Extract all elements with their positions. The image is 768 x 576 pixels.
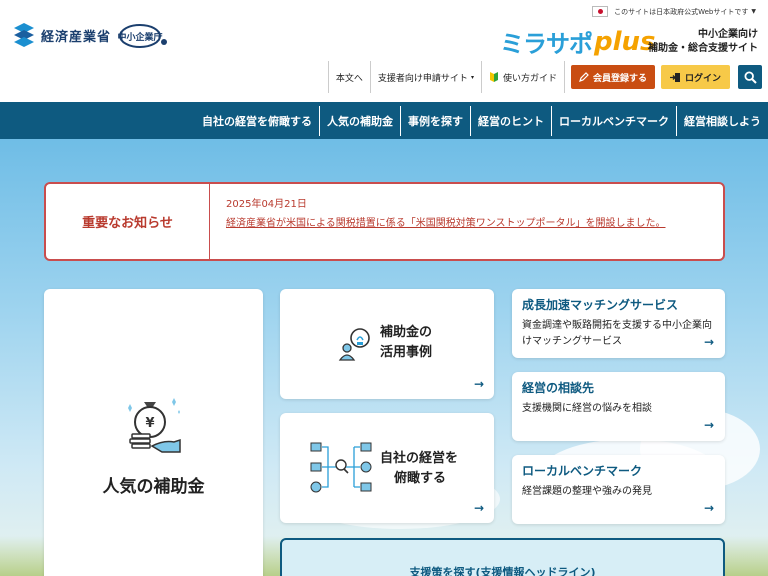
benchmark-desc: 経営課題の整理や強みの発見	[522, 486, 652, 497]
notice-link[interactable]: 経済産業省が米国による関税措置に係る「米国関税対策ワンストップポータル」を開設し…	[226, 215, 696, 232]
gov-notice[interactable]: このサイトは日本政府公式Webサイトです ▼	[592, 6, 756, 17]
meti-logo-text: 経済産業省	[41, 29, 112, 45]
overview-title: 自社の経営を 俯瞰する	[380, 449, 458, 489]
search-button[interactable]	[738, 65, 762, 89]
overview-line2: 俯瞰する	[394, 471, 447, 486]
register-button[interactable]: 会員登録する	[570, 65, 655, 89]
arrow-right-icon: →	[704, 501, 715, 515]
person-idea-icon	[338, 328, 370, 361]
caret-down-icon: ▼	[751, 8, 756, 15]
consultation-card[interactable]: 経営の相談先 支援機関に経営の悩みを相談 →	[512, 372, 725, 441]
sme-agency-logo-icon[interactable]: 中小企業庁	[118, 22, 170, 50]
gnav-overview[interactable]: 自社の経営を俯瞰する	[195, 106, 319, 136]
caret-down-icon: ▾	[470, 73, 474, 81]
arrow-right-icon: →	[704, 418, 715, 432]
money-bag-hand-icon: ¥	[128, 398, 181, 453]
consult-title: 経営の相談先	[522, 381, 595, 395]
notice-body: 2025年04月21日 経済産業省が米国による関税措置に係る「米国関税対策ワンス…	[210, 184, 712, 259]
guide-label: 使い方ガイド	[502, 73, 557, 84]
tagline-line1: 中小企業向け	[698, 29, 758, 40]
login-button[interactable]: ログイン	[660, 65, 730, 89]
gnav-cases[interactable]: 事例を探す	[400, 105, 470, 136]
support-headline-box[interactable]: 支援策を探す(支援情報ヘッドライン)	[280, 538, 725, 576]
overview-line1: 自社の経営を	[380, 451, 459, 466]
subsidy-cases-line2: 活用事例	[380, 345, 433, 360]
supporter-site-link[interactable]: 支援者向け申請サイト ▾	[369, 61, 481, 93]
overview-card[interactable]: 自社の経営を 俯瞰する →	[280, 413, 494, 523]
guide-link[interactable]: 使い方ガイド	[480, 61, 565, 93]
overview-network-icon	[310, 442, 372, 493]
popular-subsidy-card[interactable]: ¥ 人気の補助金	[44, 289, 263, 576]
notice-date: 2025年04月21日	[226, 199, 307, 210]
pencil-icon	[579, 72, 589, 82]
gnav-consult[interactable]: 経営相談しよう	[676, 105, 768, 136]
search-icon	[743, 70, 757, 84]
popular-subsidy-title: 人気の補助金	[102, 477, 205, 497]
matching-desc: 資金調達や販路開拓を支援する中小企業向けマッチングサービス	[522, 320, 712, 347]
sme-logo-text: 中小企業庁	[118, 31, 163, 43]
skip-to-main-link[interactable]: 本文へ	[327, 61, 370, 93]
brand-logo[interactable]: ミラサポ plus	[500, 24, 656, 59]
supporter-site-label: 支援者向け申請サイト	[377, 73, 468, 84]
brand-plus-text: plus	[594, 26, 656, 57]
global-nav: 自社の経営を俯瞰する 人気の補助金 事例を探す 経営のヒント ローカルベンチマー…	[0, 102, 768, 139]
site-tagline: 中小企業向け 補助金・総合支援サイト	[648, 28, 758, 56]
subsidy-cases-title: 補助金の 活用事例	[380, 323, 432, 363]
support-headline-title[interactable]: 支援策を探す(支援情報ヘッドライン)	[282, 564, 723, 576]
japan-flag-icon	[592, 6, 609, 17]
notice-heading: 重要なお知らせ	[46, 184, 210, 259]
benchmark-title: ローカルベンチマーク	[522, 464, 643, 478]
arrow-right-icon: →	[474, 501, 485, 515]
gnav-hints[interactable]: 経営のヒント	[470, 105, 551, 136]
gov-notice-text: このサイトは日本政府公式Webサイトです	[614, 7, 749, 16]
matching-service-card[interactable]: 成長加速マッチングサービス 資金調達や販路開拓を支援する中小企業向けマッチングサ…	[512, 289, 725, 358]
gnav-popular-subsidy[interactable]: 人気の補助金	[319, 105, 400, 136]
tagline-line2: 補助金・総合支援サイト	[648, 43, 758, 54]
consult-desc: 支援機関に経営の悩みを相談	[522, 403, 652, 414]
local-benchmark-card[interactable]: ローカルベンチマーク 経営課題の整理や強みの発見 →	[512, 455, 725, 524]
meti-logo[interactable]: 経済産業省	[12, 22, 111, 48]
svg-text:¥: ¥	[145, 416, 154, 431]
important-notice: 重要なお知らせ 2025年04月21日 経済産業省が米国による関税措置に係る「米…	[44, 182, 725, 261]
subsidy-cases-line1: 補助金の	[380, 325, 433, 340]
login-label: ログイン	[684, 73, 721, 84]
arrow-right-icon: →	[704, 335, 715, 349]
login-door-icon	[669, 72, 680, 82]
site-header: このサイトは日本政府公式Webサイトです ▼ 経済産業省 中小企業庁 ミラサポ …	[0, 0, 768, 102]
hero-section: 重要なお知らせ 2025年04月21日 経済産業省が米国による関税措置に係る「米…	[0, 139, 768, 576]
matching-title: 成長加速マッチングサービス	[522, 298, 679, 312]
meti-logo-icon	[14, 23, 34, 47]
utility-nav: 本文へ 支援者向け申請サイト ▾ 使い方ガイド 会員登録する ログイン	[327, 61, 762, 93]
brand-main-text: ミラサポ	[500, 30, 593, 58]
register-label: 会員登録する	[592, 73, 647, 84]
gnav-local-benchmark[interactable]: ローカルベンチマーク	[551, 105, 676, 136]
arrow-right-icon: →	[474, 377, 485, 391]
beginner-mark-icon	[489, 72, 498, 82]
subsidy-cases-card[interactable]: 補助金の 活用事例 →	[280, 289, 494, 399]
